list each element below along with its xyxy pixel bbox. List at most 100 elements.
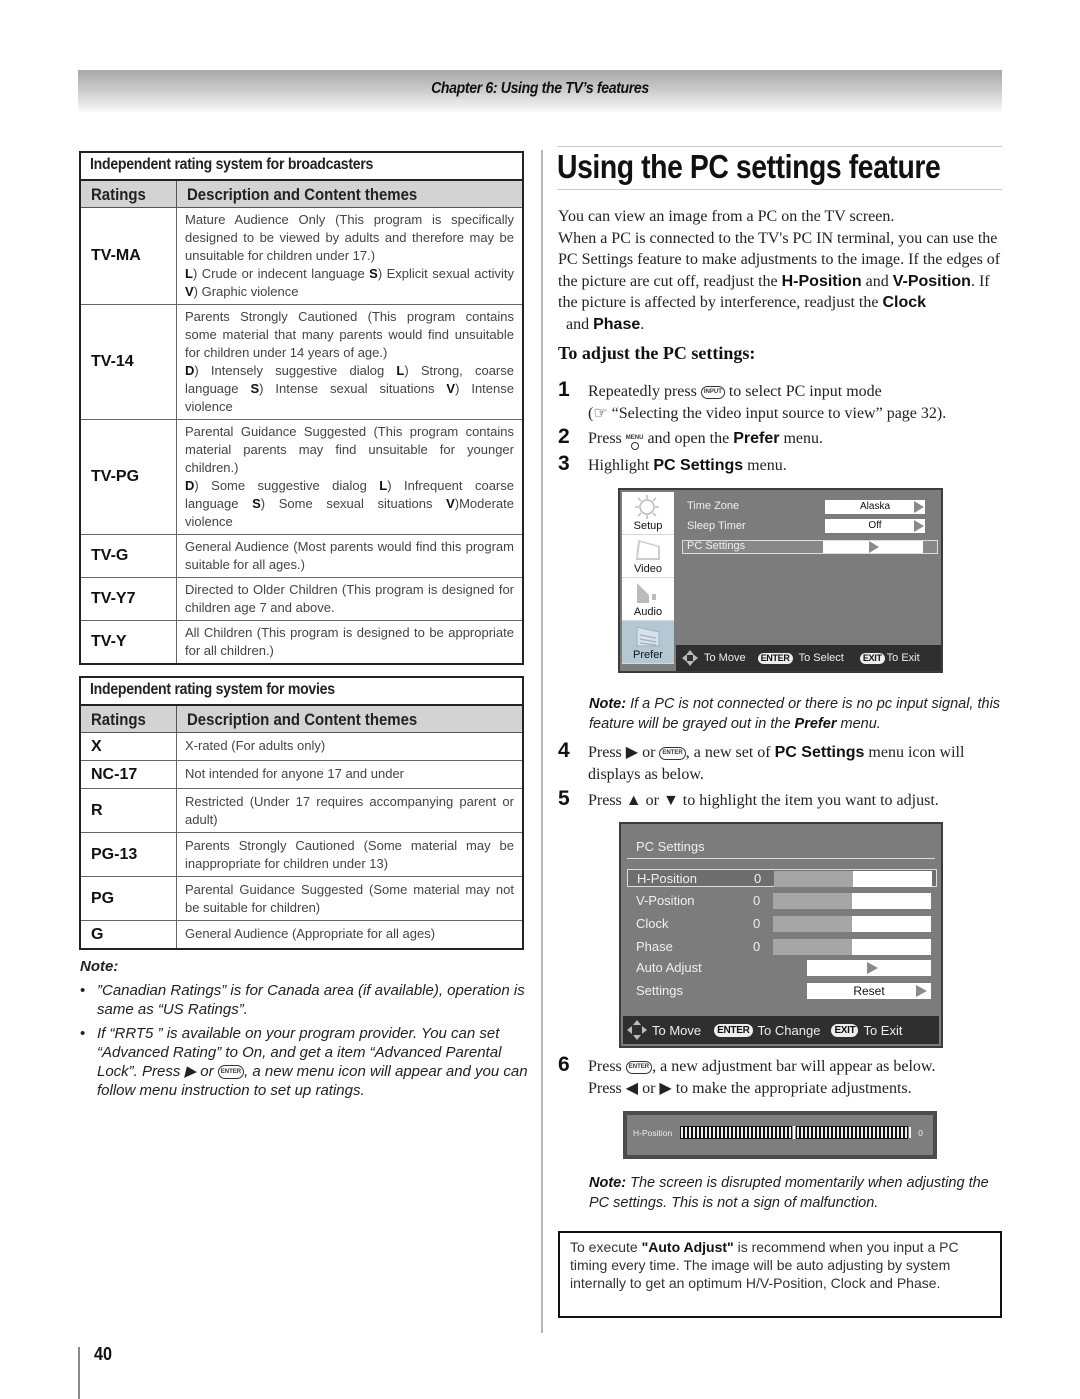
menu-item-sleep-timer[interactable]: Sleep Timer bbox=[682, 518, 746, 535]
slider-tick bbox=[753, 1127, 755, 1138]
slider-tick bbox=[821, 1127, 823, 1138]
settings-reset-field[interactable]: Reset bbox=[807, 983, 931, 999]
theme-code: L bbox=[185, 266, 193, 281]
text: Press ▶ or bbox=[588, 744, 660, 761]
right-arrow-icon bbox=[867, 962, 878, 974]
slider-tick bbox=[789, 1127, 791, 1138]
description-text: All Children (This program is designed t… bbox=[185, 625, 514, 658]
slider-tick bbox=[721, 1127, 723, 1138]
slider-tick bbox=[705, 1127, 707, 1138]
description-cell: Restricted (Under 17 requires accompanyi… bbox=[185, 794, 514, 827]
menu-item-time-zone[interactable]: Time Zone bbox=[682, 498, 739, 515]
time-zone-value[interactable]: Alaska bbox=[825, 500, 925, 514]
slider-tick bbox=[885, 1127, 887, 1138]
text: , a new set of bbox=[685, 744, 775, 761]
adjustment-slider[interactable] bbox=[680, 1126, 912, 1139]
tab-audio[interactable]: Audio bbox=[622, 578, 674, 621]
tab-label: Prefer bbox=[633, 649, 663, 661]
tab-label: Video bbox=[634, 563, 662, 575]
auto-adjust-info-box: To execute "Auto Adjust" is recommend wh… bbox=[558, 1231, 1002, 1318]
slider-tick bbox=[745, 1127, 747, 1138]
v-position-term: V-Position bbox=[892, 272, 971, 290]
note-label: Note: bbox=[589, 696, 627, 712]
theme-code: D bbox=[185, 363, 195, 378]
tab-video[interactable]: Video bbox=[622, 535, 674, 578]
header-ratings-text: Ratings bbox=[91, 710, 146, 729]
rating-cell: TV-PG bbox=[81, 420, 177, 534]
slider-tick bbox=[865, 1127, 867, 1138]
header-ratings: Ratings bbox=[81, 706, 177, 732]
rating-cell: TV-14 bbox=[81, 305, 177, 419]
rating-cell: PG bbox=[81, 877, 177, 920]
dpad-icon bbox=[627, 1020, 647, 1040]
table-row: PG-13 Parents Strongly Cautioned (Some ma… bbox=[81, 833, 522, 877]
rating-cell: NC-17 bbox=[81, 761, 177, 788]
clock-term: Clock bbox=[882, 294, 927, 311]
pc-settings-menu-screenshot: PC Settings H-Position 0 V-Position 0 Clock 0… bbox=[619, 822, 943, 1048]
note-item: If “RRT5 ” is available on your program … bbox=[80, 1024, 530, 1100]
h-position-term: H-Position bbox=[781, 272, 862, 290]
slider-row-phase[interactable]: Phase 0 bbox=[627, 938, 937, 956]
description-text: Parents Strongly Cautioned (This program… bbox=[185, 309, 514, 360]
value-bar-fill bbox=[773, 916, 852, 932]
slider-tick bbox=[849, 1127, 851, 1138]
theme-text: ) Some sexual situations bbox=[260, 496, 447, 511]
text: menu. bbox=[779, 430, 823, 447]
value-bar[interactable] bbox=[773, 916, 931, 932]
note-item: ”Canadian Ratings” is for Canada area (i… bbox=[80, 981, 530, 1019]
step-6: 6 Press ENTER, a new adjustment bar will… bbox=[558, 1053, 1008, 1099]
preferences-list-icon bbox=[636, 626, 660, 647]
theme-code: V bbox=[185, 284, 194, 299]
table-row: TV-MA Mature Audience Only (This program … bbox=[81, 208, 522, 305]
text: and bbox=[861, 272, 893, 290]
step-number: 6 bbox=[558, 1053, 570, 1076]
value-bar[interactable] bbox=[773, 939, 931, 955]
slider-tick bbox=[713, 1127, 715, 1138]
theme-text: ) Explicit sexual activity bbox=[377, 266, 514, 281]
step-number: 4 bbox=[558, 739, 570, 762]
table-row: TV-PG Parental Guidance Suggested (This p… bbox=[81, 420, 522, 535]
slider-row-v-position[interactable]: V-Position 0 bbox=[627, 892, 937, 910]
slider-tick bbox=[889, 1127, 891, 1138]
auto-adjust-field[interactable] bbox=[807, 960, 931, 976]
settings-row[interactable]: Settings Reset bbox=[627, 982, 937, 1000]
sleep-timer-value[interactable]: Off bbox=[825, 519, 925, 533]
note-grayed-out: Note: If a PC is not connected or there … bbox=[589, 695, 1009, 734]
slider-tick bbox=[869, 1127, 871, 1138]
slider-tick bbox=[769, 1127, 771, 1138]
tab-prefer[interactable]: Prefer bbox=[622, 621, 674, 664]
chapter-header-bar: Chapter 6: Using the TV’s features bbox=[78, 70, 1002, 112]
caption-text: Independent rating system for broadcaste… bbox=[90, 156, 374, 173]
step-text: Repeatedly press INPUT to select PC inpu… bbox=[588, 381, 1008, 424]
slider-tick bbox=[681, 1127, 683, 1138]
table-row: TV-G General Audience (Most parents would… bbox=[81, 535, 522, 578]
slider-row-h-position[interactable]: H-Position 0 bbox=[627, 869, 937, 887]
description-cell: All Children (This program is designed t… bbox=[177, 621, 522, 663]
note-list: ”Canadian Ratings” is for Canada area (i… bbox=[80, 981, 530, 1100]
step-1: 1 Repeatedly press INPUT to select PC in… bbox=[558, 379, 1008, 424]
content-themes: D) Some suggestive dialog L) Infrequent … bbox=[185, 477, 514, 531]
slider-tick bbox=[897, 1127, 899, 1138]
title-rule-bottom bbox=[557, 189, 1002, 190]
slider-row-clock[interactable]: Clock 0 bbox=[627, 915, 937, 933]
row-label: Clock bbox=[636, 916, 669, 931]
row-value: 0 bbox=[753, 893, 761, 908]
table-row: TV-Y7 Directed to Older Children (This pr… bbox=[81, 578, 522, 621]
header-description: Description and Content themes bbox=[177, 181, 522, 207]
header-description: Description and Content themes bbox=[177, 706, 522, 732]
row-label: Auto Adjust bbox=[636, 960, 702, 975]
menu-glyph-label: MENU bbox=[625, 435, 644, 441]
value-bar[interactable] bbox=[774, 871, 932, 887]
item-label: Sleep Timer bbox=[687, 520, 746, 532]
theme-code: S bbox=[252, 496, 261, 511]
auto-adjust-row[interactable]: Auto Adjust bbox=[627, 959, 937, 977]
row-value: 0 bbox=[754, 871, 762, 886]
value-bar[interactable] bbox=[773, 893, 931, 909]
tab-setup[interactable]: Setup bbox=[622, 492, 674, 535]
step-number: 3 bbox=[558, 452, 570, 475]
value-bar-fill bbox=[774, 871, 853, 887]
row-label: H-Position bbox=[637, 871, 697, 886]
adjustment-label: H-Position bbox=[633, 1128, 673, 1138]
theme-text: ) Some suggestive dialog bbox=[194, 478, 380, 493]
slider-tick bbox=[805, 1127, 807, 1138]
